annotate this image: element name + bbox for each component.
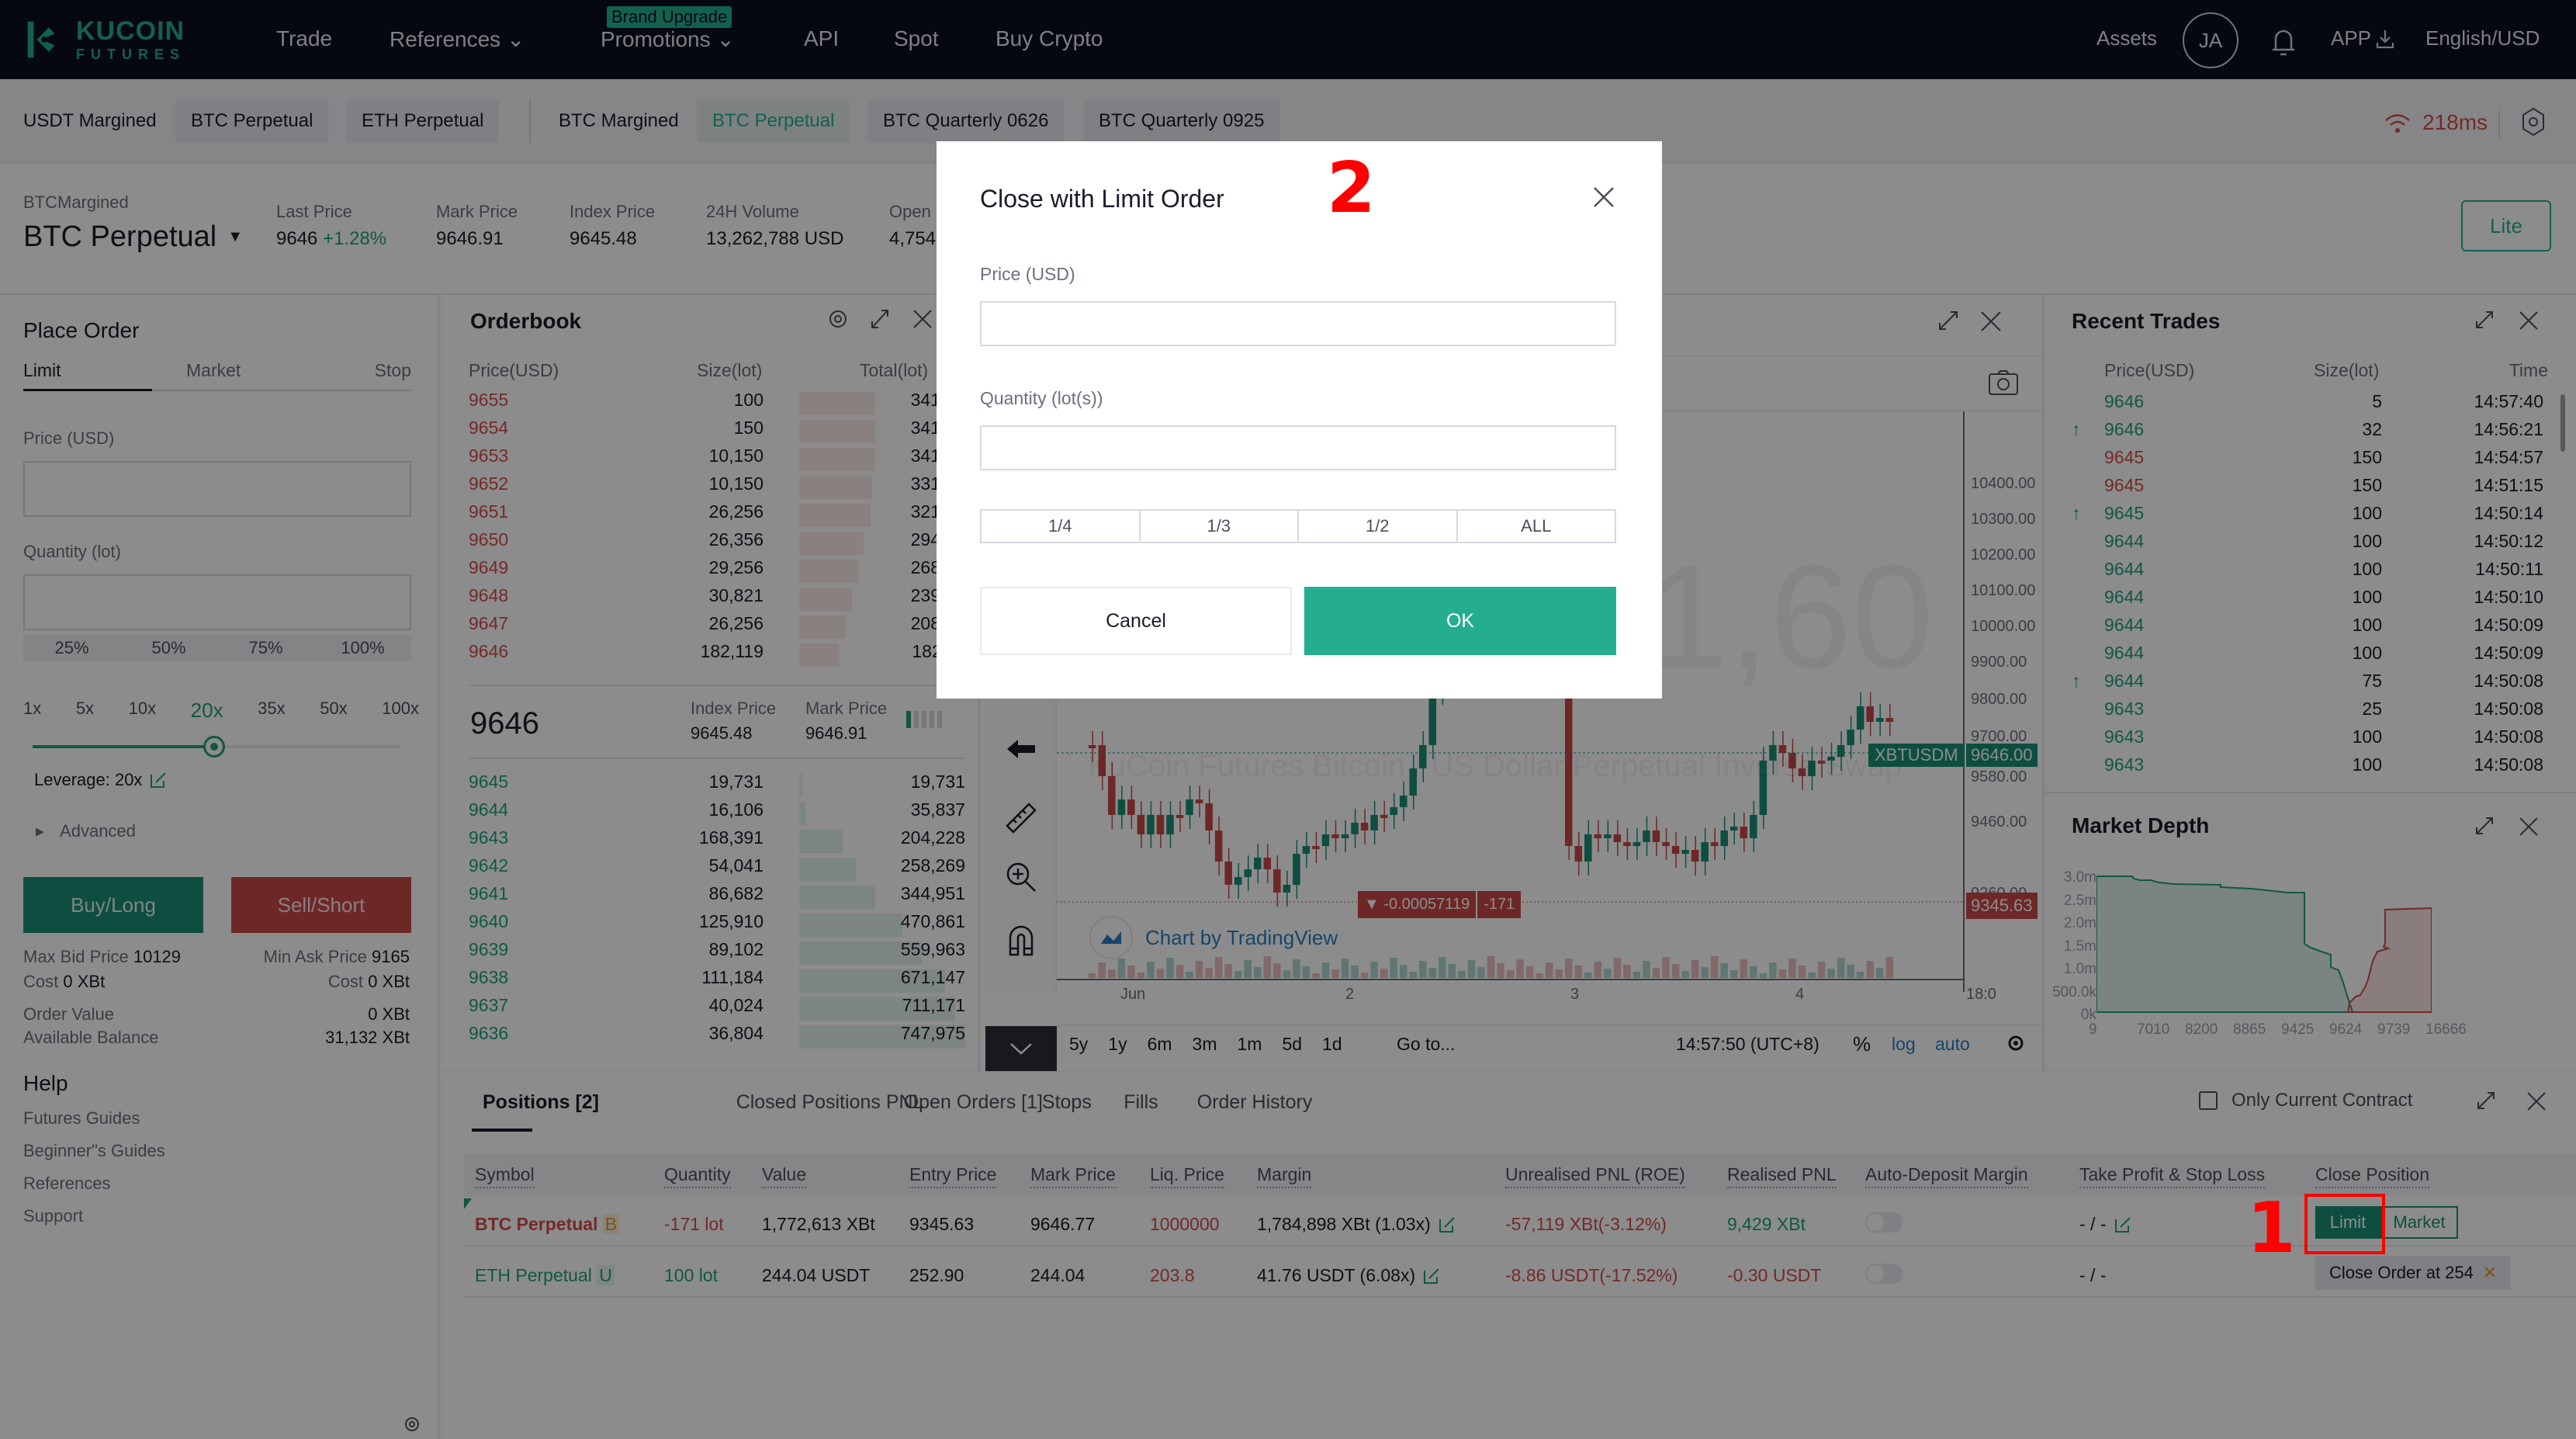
dialog-cancel-button[interactable]: Cancel — [980, 587, 1292, 655]
dialog-price-input[interactable] — [980, 301, 1616, 346]
close-limit-order-dialog: Close with Limit Order Price (USD) Quant… — [937, 141, 1662, 699]
fraction-quarter-button[interactable]: 1/4 — [982, 511, 1141, 542]
dialog-close-icon[interactable] — [1593, 186, 1615, 208]
quantity-fraction-buttons: 1/4 1/3 1/2 ALL — [980, 509, 1616, 543]
fraction-half-button[interactable]: 1/2 — [1299, 511, 1458, 542]
step-1-annotation: 1 — [2247, 1188, 2296, 1269]
fraction-third-button[interactable]: 1/3 — [1141, 511, 1299, 542]
dialog-title: Close with Limit Order — [980, 185, 1224, 213]
dialog-price-label: Price (USD) — [980, 264, 1075, 284]
dialog-ok-button[interactable]: OK — [1304, 587, 1616, 655]
dialog-quantity-input[interactable] — [980, 425, 1616, 470]
dialog-quantity-label: Quantity (lot(s)) — [980, 388, 1103, 408]
step-2-annotation: 2 — [1327, 147, 1376, 229]
fraction-all-button[interactable]: ALL — [1458, 511, 1615, 542]
highlight-box-limit — [2304, 1194, 2385, 1254]
